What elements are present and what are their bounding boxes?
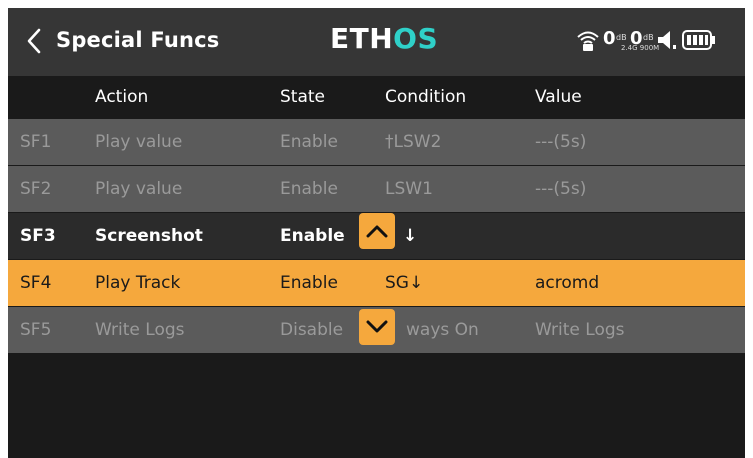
row-condition: LSW1 <box>385 179 433 199</box>
row-id: SF3 <box>20 226 56 246</box>
db-label-2: dB <box>643 33 654 42</box>
row-action: Write Logs <box>95 320 185 340</box>
row-condition: †LSW2 <box>385 132 442 152</box>
row-id: SF2 <box>20 179 52 199</box>
table-row-selected[interactable]: SF4 Play Track Enable SG↓ acromd <box>8 259 745 306</box>
row-state: Enable <box>280 226 345 246</box>
battery-icon <box>682 30 715 50</box>
page-title: Special Funcs <box>56 28 220 52</box>
column-header-state: State <box>280 87 325 107</box>
ethos-logo: ETHOS <box>330 22 446 56</box>
table-header: Action State Condition Value <box>8 76 745 118</box>
scroll-up-button[interactable] <box>359 213 395 249</box>
row-state: Enable <box>280 179 338 199</box>
logo-accent-text: OS <box>393 22 439 55</box>
column-header-condition: Condition <box>385 87 467 107</box>
column-header-action: Action <box>95 87 149 107</box>
scroll-down-button[interactable] <box>359 309 395 345</box>
row-value: ---(5s) <box>535 179 587 199</box>
row-action: Play value <box>95 132 183 152</box>
volume-icon <box>658 31 676 49</box>
title-bar: Special Funcs ETHOS 0 dB 0 dB 2.4G 900M <box>8 8 745 76</box>
row-id: SF5 <box>20 320 52 340</box>
table-row[interactable]: SF1 Play value Enable †LSW2 ---(5s) <box>8 118 745 165</box>
logo-text: ETH <box>330 22 394 55</box>
row-condition: ways On <box>406 320 479 340</box>
row-value: Write Logs <box>535 320 625 340</box>
row-action: Play Track <box>95 273 181 293</box>
rssi-value-1: 0 <box>603 28 616 49</box>
db-label-1: dB <box>616 33 627 42</box>
row-value: acromd <box>535 273 600 293</box>
table-row[interactable]: SF2 Play value Enable LSW1 ---(5s) <box>8 165 745 212</box>
row-value: ---(5s) <box>535 132 587 152</box>
row-state: Enable <box>280 132 338 152</box>
row-action: Screenshot <box>95 226 203 246</box>
row-action: Play value <box>95 179 183 199</box>
band-label: 2.4G 900M <box>621 44 660 52</box>
back-button[interactable] <box>20 23 48 59</box>
chevron-up-icon <box>366 225 388 238</box>
row-id: SF1 <box>20 132 52 152</box>
wifi-signal-icon <box>577 31 599 51</box>
chevron-down-icon <box>366 320 388 333</box>
chevron-left-icon <box>27 28 41 54</box>
row-condition: SG↓ <box>385 273 424 293</box>
special-funcs-screen: Special Funcs ETHOS 0 dB 0 dB 2.4G 900M <box>8 8 745 458</box>
row-state: Disable <box>280 320 344 340</box>
row-id: SF4 <box>20 273 52 293</box>
column-header-value: Value <box>535 87 582 107</box>
status-area: 0 dB 0 dB 2.4G 900M <box>576 28 745 54</box>
row-state: Enable <box>280 273 338 293</box>
row-condition: ↓ <box>403 226 418 246</box>
